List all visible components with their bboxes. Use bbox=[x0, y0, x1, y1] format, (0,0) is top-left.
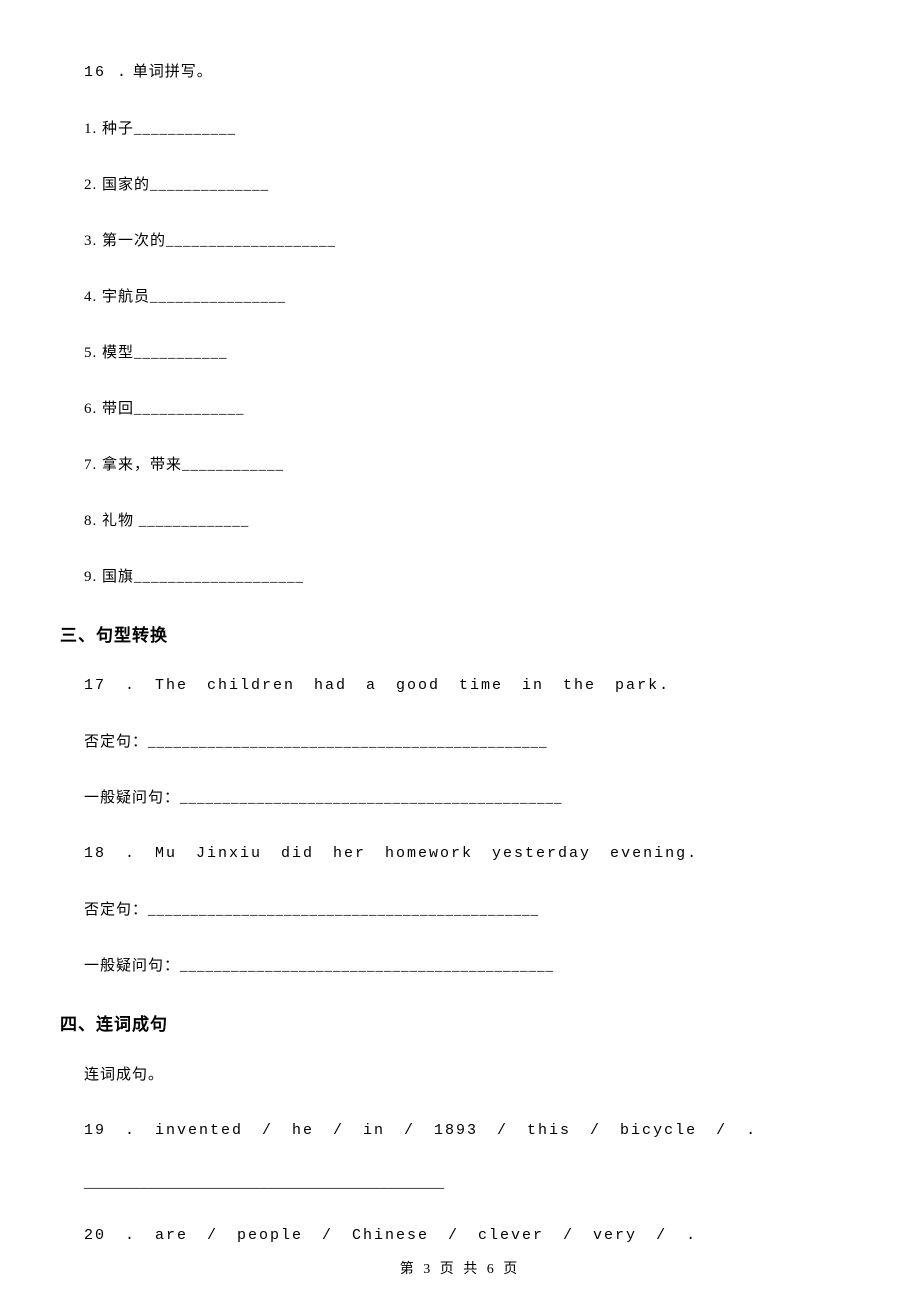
question-17-general: 一般疑问句：__________________________________… bbox=[84, 786, 860, 810]
question-19-blank: ________________________________________… bbox=[84, 1175, 860, 1192]
question-17-negative: 否定句：____________________________________… bbox=[84, 730, 860, 754]
q16-item-5: 5. 模型___________ bbox=[84, 341, 860, 365]
q16-item-7: 7. 拿来，带来____________ bbox=[84, 453, 860, 477]
question-19-text: 19 . invented / he / in / 1893 / this / … bbox=[84, 1119, 860, 1143]
question-16-number: 16 . bbox=[84, 64, 128, 81]
question-17-text: 17 . The children had a good time in the… bbox=[84, 674, 860, 698]
question-18-negative: 否定句：____________________________________… bbox=[84, 898, 860, 922]
q16-item-3: 3. 第一次的____________________ bbox=[84, 229, 860, 253]
section-4-heading: 四、连词成句 bbox=[60, 1010, 860, 1035]
section-4-sub: 连词成句。 bbox=[84, 1063, 860, 1087]
question-20-text: 20 . are / people / Chinese / clever / v… bbox=[84, 1224, 860, 1248]
question-18-general: 一般疑问句：__________________________________… bbox=[84, 954, 860, 978]
question-16-header: 16 . 单词拼写。 bbox=[84, 60, 860, 85]
q16-item-6: 6. 带回_____________ bbox=[84, 397, 860, 421]
question-16-title: 单词拼写。 bbox=[133, 64, 213, 80]
page-footer: 第 3 页 共 6 页 bbox=[0, 1258, 920, 1278]
q16-item-9: 9. 国旗____________________ bbox=[84, 565, 860, 589]
section-3-heading: 三、句型转换 bbox=[60, 621, 860, 646]
q16-item-2: 2. 国家的______________ bbox=[84, 173, 860, 197]
q16-item-1: 1. 种子____________ bbox=[84, 117, 860, 141]
question-18-text: 18 . Mu Jinxiu did her homework yesterda… bbox=[84, 842, 860, 866]
q16-item-4: 4. 宇航员________________ bbox=[84, 285, 860, 309]
q16-item-8: 8. 礼物 _____________ bbox=[84, 509, 860, 533]
